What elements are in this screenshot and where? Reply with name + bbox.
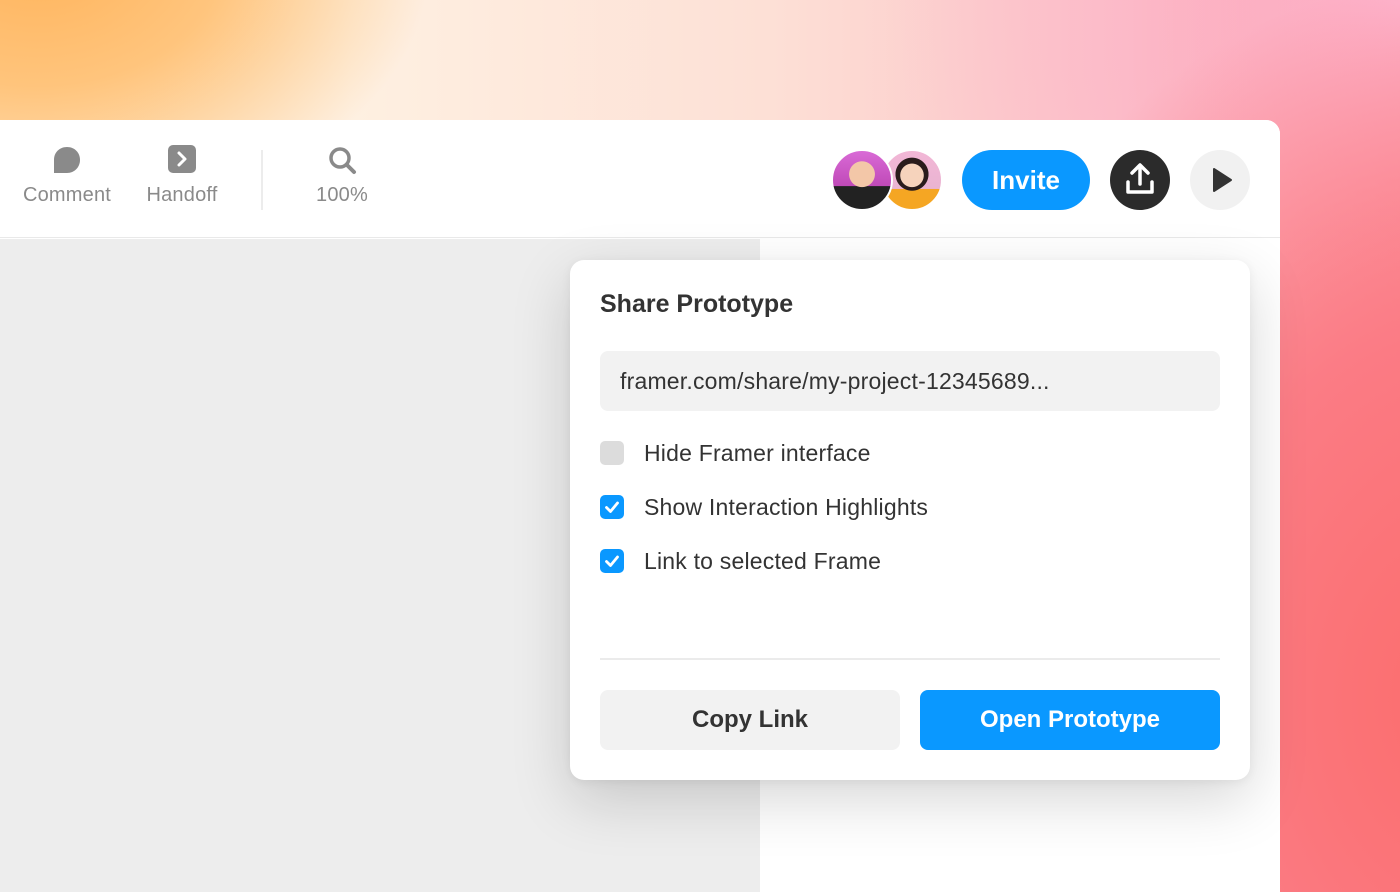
share-prototype-popover: Share Prototype framer.com/share/my-proj… [570, 260, 1250, 780]
checkbox[interactable] [600, 495, 624, 519]
comment-icon [12, 144, 122, 176]
collaborator-avatars [831, 149, 943, 211]
checkmark-icon [605, 555, 619, 567]
invite-button[interactable]: Invite [962, 150, 1090, 210]
handoff-label: Handoff [146, 184, 218, 206]
toolbar: Comment Handoff 100% Invite [0, 120, 1280, 238]
publish-button[interactable] [1110, 150, 1170, 210]
option-label: Show Interaction Highlights [644, 494, 929, 520]
checkbox[interactable] [600, 441, 624, 465]
divider [600, 658, 1220, 660]
toolbar-divider [261, 150, 263, 210]
handoff-icon [128, 144, 236, 176]
share-url-field[interactable]: framer.com/share/my-project-12345689... [600, 351, 1220, 411]
upload-icon [1110, 163, 1170, 214]
handoff-tool[interactable]: Handoff [128, 144, 236, 207]
option-show-interaction-highlights[interactable]: Show Interaction Highlights [600, 494, 1220, 520]
option-hide-framer-interface[interactable]: Hide Framer interface [600, 440, 1220, 466]
checkmark-icon [605, 501, 619, 513]
play-icon [1190, 168, 1250, 214]
option-label: Link to selected Frame [644, 548, 882, 574]
open-prototype-button[interactable]: Open Prototype [920, 690, 1220, 750]
comment-tool[interactable]: Comment [12, 144, 122, 207]
search-icon [296, 144, 388, 176]
option-link-to-selected-frame[interactable]: Link to selected Frame [600, 548, 1220, 574]
preview-button[interactable] [1190, 150, 1250, 210]
popover-title: Share Prototype [600, 290, 794, 318]
zoom-level: 100% [316, 184, 368, 206]
option-label: Hide Framer interface [644, 440, 871, 466]
avatar[interactable] [831, 149, 893, 211]
zoom-tool[interactable]: 100% [296, 144, 388, 207]
checkbox[interactable] [600, 549, 624, 573]
copy-link-button[interactable]: Copy Link [600, 690, 900, 750]
comment-label: Comment [22, 184, 112, 206]
